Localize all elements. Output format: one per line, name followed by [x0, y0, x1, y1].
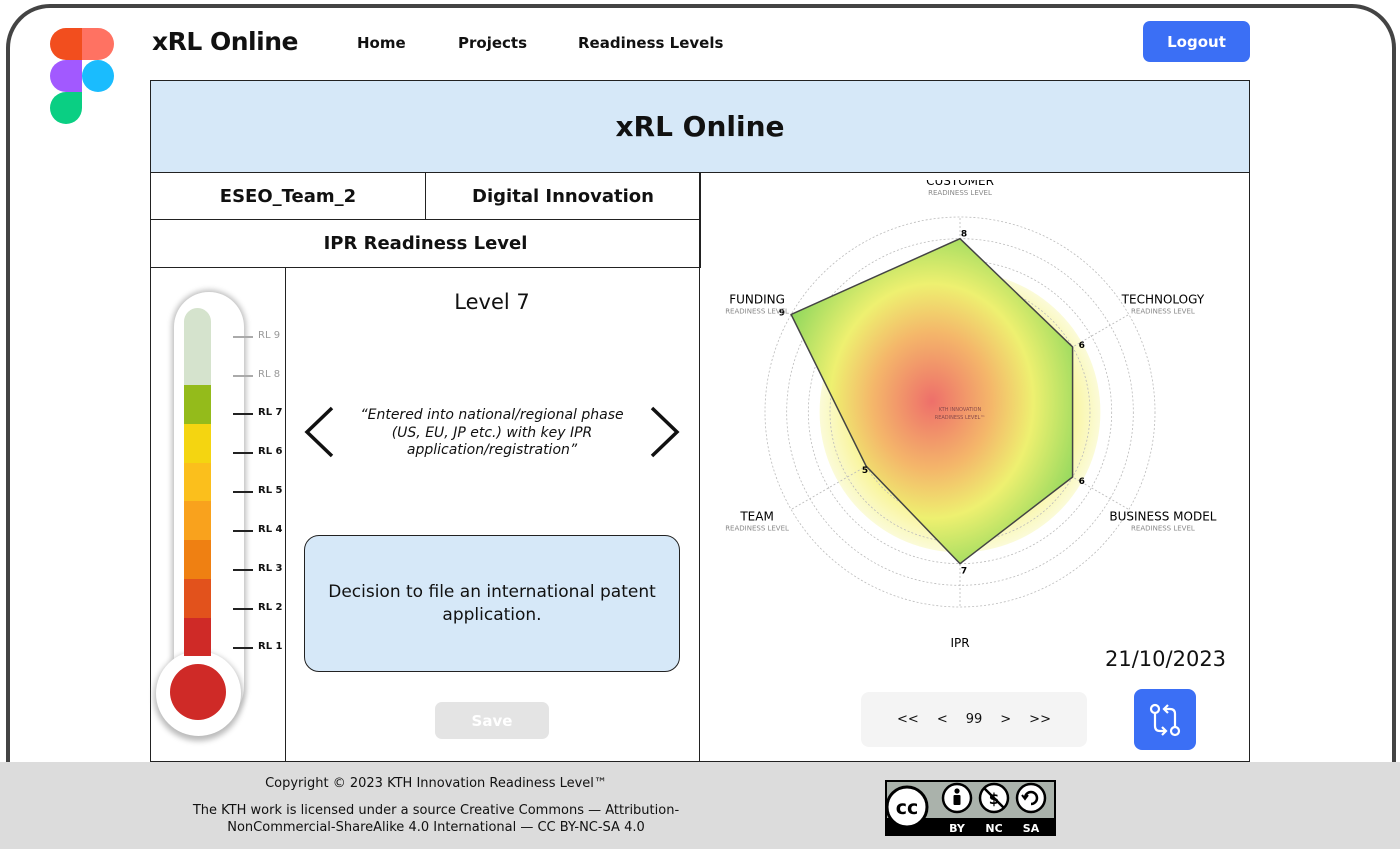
thermometer: RL 9 RL 8 RL 7 RL 6 RL 5 RL 4 RL 3 RL 2 … — [151, 268, 286, 762]
sa-icon — [1015, 782, 1047, 814]
thermo-seg-2 — [184, 578, 211, 618]
tick-rl2 — [233, 608, 253, 610]
radar-axis-sublabel-team: READINESS LEVEL — [725, 525, 789, 533]
radar-center-text-2: READINESS LEVEL™ — [935, 415, 986, 421]
tick-label-rl8: RL 8 — [258, 369, 281, 380]
tick-rl3 — [233, 569, 253, 571]
tick-rl6 — [233, 452, 253, 454]
radar-axis-label-funding: FUNDING — [729, 293, 785, 307]
badge-by: BY — [949, 822, 966, 835]
thermo-seg-5 — [184, 462, 211, 502]
badge-nc: NC — [985, 822, 1002, 835]
team-name: ESEO_Team_2 — [150, 172, 426, 220]
top-nav: xRL Online Home Projects Readiness Level… — [150, 20, 1250, 64]
radar-axis-sublabel-technology: READINESS LEVEL — [1131, 308, 1195, 316]
git-compare-icon — [1149, 703, 1181, 736]
page-title: xRL Online — [150, 80, 1250, 173]
tick-label-rl9: RL 9 — [258, 330, 281, 341]
nav-home-link[interactable]: Home — [357, 34, 406, 52]
chevron-left-icon[interactable] — [302, 405, 336, 459]
radar-axis-label-customer: CUSTOMER — [926, 180, 994, 188]
tick-rl9 — [233, 336, 253, 338]
license-line-1: The KTH work is licensed under a source … — [192, 803, 680, 818]
radar-value-team: 5 — [862, 466, 868, 476]
tick-label-rl1: RL 1 — [258, 641, 283, 652]
pager-prev[interactable]: < — [937, 712, 948, 727]
thermo-seg-9 — [184, 308, 211, 347]
cc-by-nc-sa-badge[interactable]: cc $ BY NC SA — [885, 780, 1056, 836]
tick-rl7 — [233, 413, 253, 415]
thermo-seg-4 — [184, 501, 211, 541]
level-title: Level 7 — [454, 290, 530, 314]
radar-axis-sublabel-funding: READINESS LEVEL — [725, 308, 789, 316]
readiness-radar-chart: KTH INNOVATION READINESS LEVEL™ 8 CUSTOMER… — [725, 180, 1217, 650]
radar-value-customer: 8 — [961, 230, 967, 240]
chevron-right-icon[interactable] — [648, 405, 682, 459]
thermo-seg-3 — [184, 540, 211, 579]
brand-title: xRL Online — [152, 27, 298, 56]
radar-axis-label-business-model: BUSINESS MODEL — [1109, 510, 1216, 524]
project-category: Digital Innovation — [425, 172, 701, 220]
tick-label-rl7: RL 7 — [258, 407, 283, 418]
thermo-seg-7 — [184, 385, 211, 425]
pager-current: 99 — [965, 712, 983, 727]
readiness-type: IPR Readiness Level — [150, 219, 701, 268]
tick-rl4 — [233, 530, 253, 532]
pager-last[interactable]: >> — [1029, 712, 1051, 727]
pagination: << < 99 > >> — [861, 692, 1087, 747]
compare-button[interactable] — [1134, 689, 1196, 750]
radar-axis-label-team: TEAM — [739, 510, 773, 524]
decision-box: Decision to file an international patent… — [304, 535, 680, 672]
thermometer-scale — [184, 308, 211, 668]
assessment-date: 21/10/2023 — [1105, 647, 1227, 671]
radar-value-ipr: 7 — [961, 567, 967, 577]
svg-text:cc: cc — [896, 797, 919, 819]
copyright-text: Copyright © 2023 KTH Innovation Readines… — [265, 776, 607, 791]
nav-projects-link[interactable]: Projects — [458, 34, 527, 52]
tick-label-rl5: RL 5 — [258, 485, 283, 496]
save-button[interactable]: Save — [435, 702, 549, 739]
license-text: The KTH work is licensed under a source … — [150, 803, 722, 837]
thermometer-bulb — [170, 664, 226, 720]
level-panel: ESEO_Team_2 Digital Innovation IPR Readi… — [150, 172, 701, 762]
radar-value-technology: 6 — [1079, 341, 1085, 351]
tick-label-rl3: RL 3 — [258, 563, 283, 574]
badge-sa: SA — [1023, 822, 1040, 835]
level-quote: “Entered into national/regional phase (U… — [360, 407, 624, 458]
tick-rl1 — [233, 647, 253, 649]
radar-value-business-model: 6 — [1079, 477, 1085, 487]
tick-rl8 — [233, 375, 253, 377]
radar-axis-sublabel-business-model: READINESS LEVEL — [1131, 525, 1195, 533]
thermo-seg-6 — [184, 424, 211, 463]
tick-rl5 — [233, 491, 253, 493]
logout-button[interactable]: Logout — [1143, 21, 1250, 62]
radar-axis-sublabel-customer: READINESS LEVEL — [928, 189, 992, 197]
pager-first[interactable]: << — [897, 712, 919, 727]
thermo-seg-1 — [184, 617, 211, 657]
figma-logo-icon — [50, 28, 114, 124]
license-line-2: NonCommercial-ShareAlike 4.0 Internation… — [227, 819, 645, 835]
tick-label-rl6: RL 6 — [258, 446, 283, 457]
radar-center-text-1: KTH INNOVATION — [939, 407, 982, 413]
tick-label-rl4: RL 4 — [258, 524, 283, 535]
radar-axis-label-ipr: IPR — [950, 636, 969, 650]
radar-axis-label-technology: TECHNOLOGY — [1121, 293, 1205, 307]
thermo-seg-8 — [184, 346, 211, 386]
nav-readiness-levels-link[interactable]: Readiness Levels — [578, 34, 723, 52]
tick-label-rl2: RL 2 — [258, 602, 283, 613]
pager-next[interactable]: > — [1000, 712, 1011, 727]
